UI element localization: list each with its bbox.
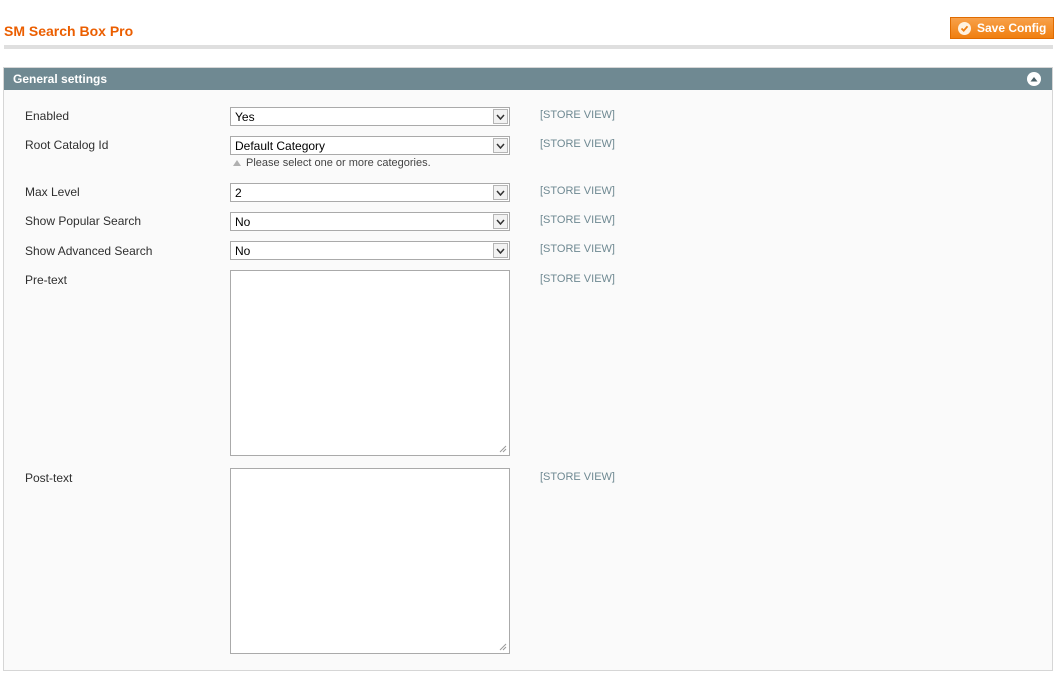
show-popular-select[interactable]: No — [230, 212, 510, 231]
show-popular-scope: [STORE VIEW] — [540, 214, 615, 226]
post-text-scope: [STORE VIEW] — [540, 471, 615, 483]
enabled-scope: [STORE VIEW] — [540, 109, 615, 121]
resize-grip-icon[interactable] — [499, 445, 507, 453]
checkmark-icon — [958, 21, 971, 35]
show-advanced-value: No — [235, 243, 251, 258]
post-text-label: Post-text — [25, 471, 73, 485]
show-advanced-label: Show Advanced Search — [25, 244, 153, 258]
chevron-down-icon — [493, 138, 508, 153]
root-catalog-label: Root Catalog Id — [25, 138, 109, 152]
note-triangle-icon — [233, 160, 241, 166]
resize-grip-icon[interactable] — [499, 643, 507, 651]
header-divider — [4, 45, 1053, 49]
root-catalog-note-text: Please select one or more categories. — [246, 157, 431, 169]
show-popular-value: No — [235, 214, 251, 229]
show-advanced-select[interactable]: No — [230, 241, 510, 260]
root-catalog-value: Default Category — [235, 138, 326, 153]
enabled-value: Yes — [235, 109, 255, 124]
root-catalog-note: Please select one or more categories. — [230, 157, 431, 169]
chevron-down-icon — [493, 185, 508, 200]
chevron-down-icon — [493, 243, 508, 258]
section-header[interactable]: General settings — [4, 68, 1052, 90]
save-config-label: Save Config — [977, 21, 1047, 35]
max-level-value: 2 — [235, 185, 242, 200]
page-title: SM Search Box Pro — [4, 23, 134, 39]
section-title: General settings — [13, 72, 108, 86]
pre-text-scope: [STORE VIEW] — [540, 273, 615, 285]
chevron-down-icon — [493, 214, 508, 229]
collapse-icon[interactable] — [1027, 72, 1041, 86]
chevron-down-icon — [493, 109, 508, 124]
show-advanced-scope: [STORE VIEW] — [540, 243, 615, 255]
max-level-select[interactable]: 2 — [230, 183, 510, 202]
root-catalog-scope: [STORE VIEW] — [540, 138, 615, 150]
max-level-label: Max Level — [25, 185, 80, 199]
post-text-textarea[interactable] — [230, 468, 510, 654]
enabled-select[interactable]: Yes — [230, 107, 510, 126]
max-level-scope: [STORE VIEW] — [540, 185, 615, 197]
show-popular-label: Show Popular Search — [25, 214, 142, 228]
root-catalog-select[interactable]: Default Category — [230, 136, 510, 155]
pre-text-label: Pre-text — [25, 273, 68, 287]
pre-text-textarea[interactable] — [230, 270, 510, 456]
save-config-button[interactable]: Save Config — [950, 17, 1054, 39]
enabled-label: Enabled — [25, 109, 70, 123]
general-settings-fieldset: General settings Enabled Yes [STORE VIEW… — [3, 67, 1053, 671]
